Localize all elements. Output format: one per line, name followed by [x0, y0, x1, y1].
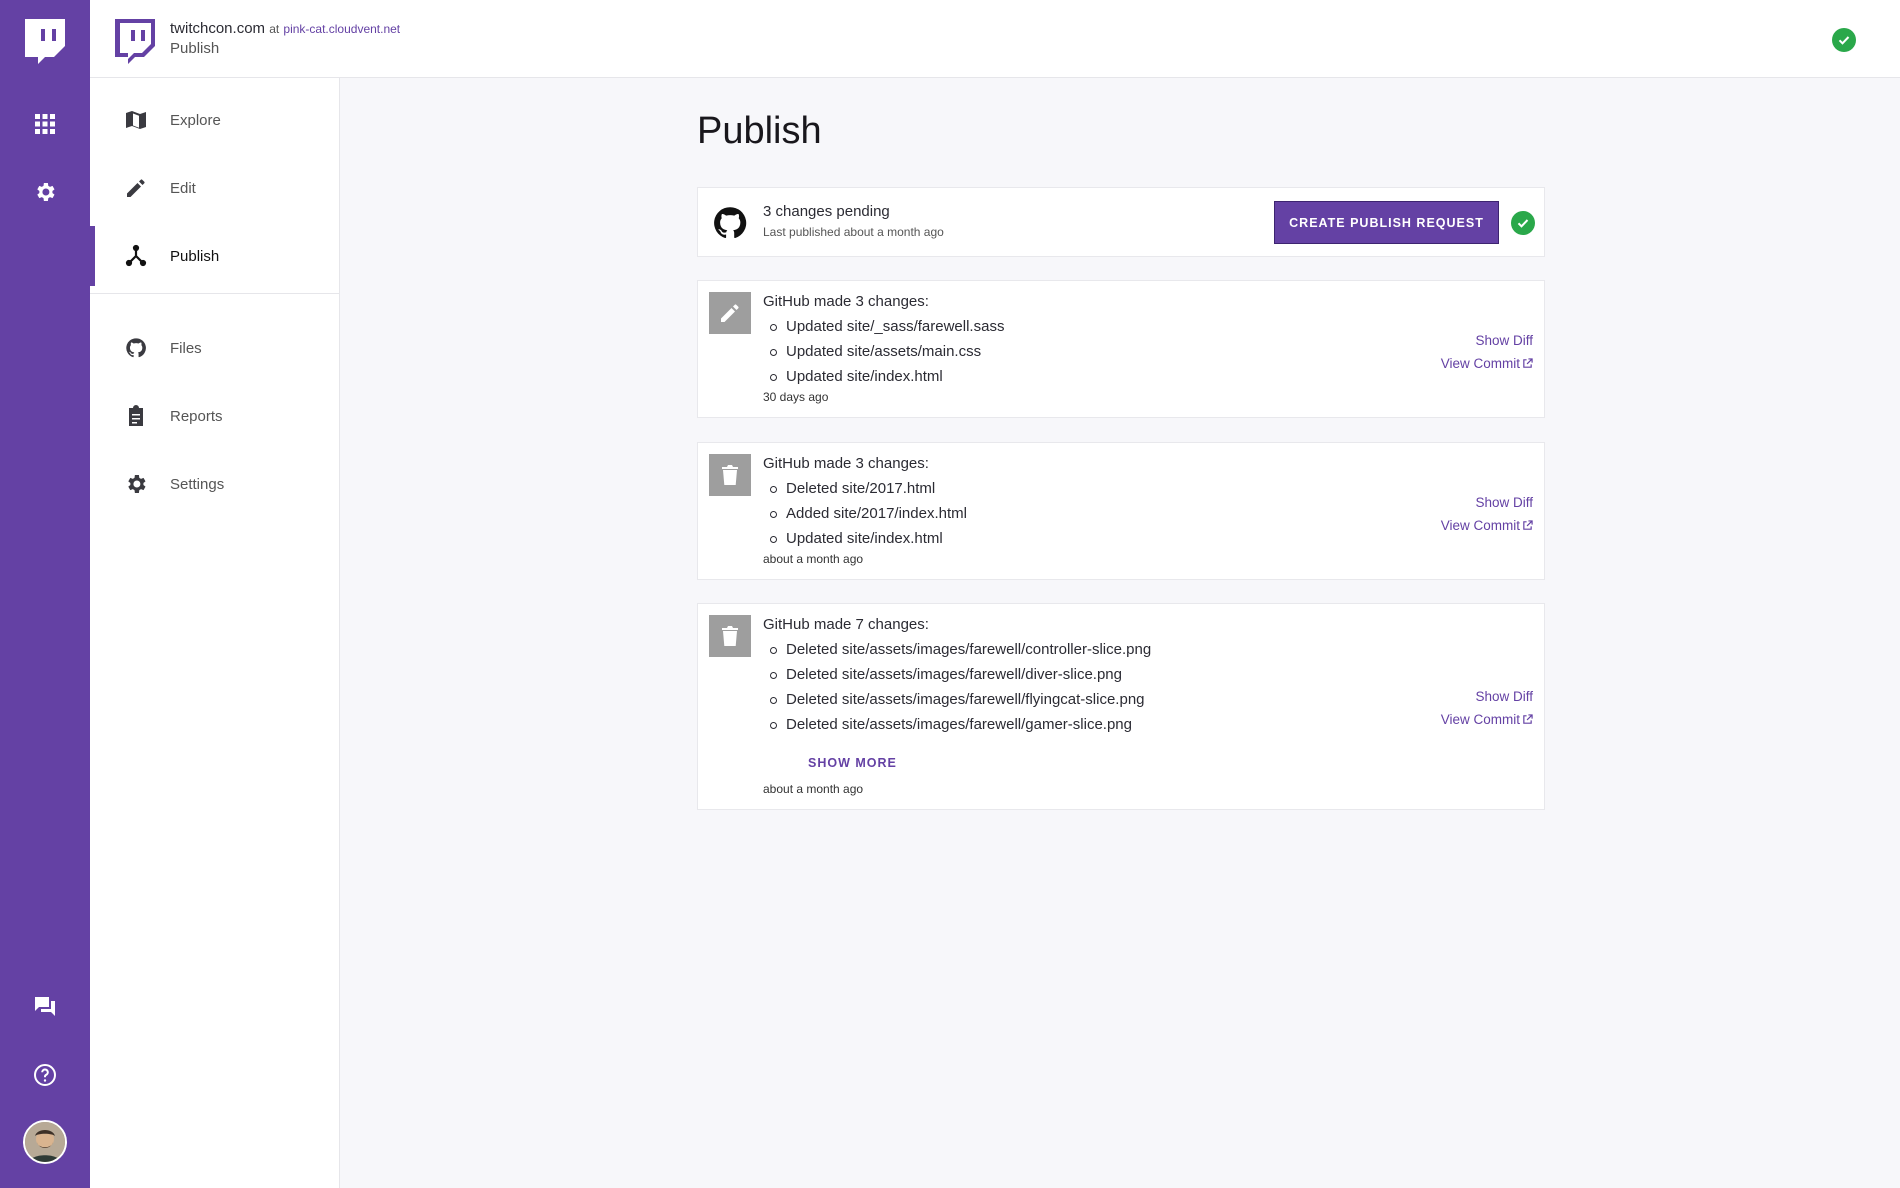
- changed-files-list: Deleted site/assets/images/farewell/cont…: [769, 640, 1151, 740]
- list-item: Updated site/assets/main.css: [769, 342, 1004, 367]
- help-icon[interactable]: [29, 1059, 61, 1091]
- change-links: Show Diff View Commit: [1441, 329, 1533, 375]
- change-time: about a month ago: [763, 782, 864, 796]
- view-commit-label: View Commit: [1440, 356, 1520, 371]
- nav-label: Publish: [170, 247, 220, 265]
- change-links: Show Diff View Commit: [1441, 685, 1533, 731]
- view-commit-label: View Commit: [1440, 712, 1520, 727]
- external-link-icon: [1523, 520, 1533, 530]
- twitch-logo-icon[interactable]: [22, 16, 68, 64]
- list-item: Deleted site/assets/images/farewell/dive…: [769, 665, 1151, 690]
- page-title: Publish: [697, 110, 822, 152]
- nav-item-files[interactable]: Files: [90, 318, 340, 378]
- section-label: Publish: [170, 40, 220, 57]
- pencil-icon: [124, 176, 148, 200]
- chat-icon[interactable]: [29, 991, 61, 1023]
- view-commit-label: View Commit: [1440, 518, 1520, 533]
- pending-summary: 3 changes pending: [763, 203, 890, 220]
- nav-label: Settings: [170, 475, 225, 493]
- at-label: at: [269, 22, 280, 36]
- pencil-icon: [709, 292, 751, 334]
- apps-grid-icon[interactable]: [29, 108, 61, 140]
- view-commit-link[interactable]: View Commit: [1441, 514, 1533, 537]
- show-more-button[interactable]: SHOW MORE: [808, 756, 897, 770]
- nav-item-reports[interactable]: Reports: [90, 386, 340, 446]
- change-heading: GitHub made 3 changes:: [763, 455, 929, 472]
- change-entry: GitHub made 7 changes: Deleted site/asse…: [697, 603, 1545, 810]
- check-icon: [1511, 211, 1535, 235]
- sync-status-check-icon: [1832, 28, 1856, 52]
- change-time: 30 days ago: [763, 390, 829, 404]
- github-icon: [124, 336, 148, 360]
- changed-files-list: Deleted site/2017.html Added site/2017/i…: [770, 479, 967, 554]
- external-link-icon: [1523, 358, 1533, 368]
- create-publish-request-button[interactable]: CREATE PUBLISH REQUEST: [1274, 201, 1499, 244]
- list-item: Deleted site/assets/images/farewell/game…: [769, 715, 1151, 740]
- nav-label: Edit: [170, 179, 196, 197]
- last-published: Last published about a month ago: [763, 225, 944, 239]
- list-item: Deleted site/2017.html: [770, 479, 967, 504]
- change-heading: GitHub made 3 changes:: [763, 293, 929, 310]
- gear-icon[interactable]: [29, 176, 61, 208]
- site-host-link[interactable]: pink-cat.cloudvent.net: [283, 22, 400, 36]
- github-icon: [712, 205, 748, 241]
- trash-icon: [709, 615, 751, 657]
- change-entry: GitHub made 3 changes: Updated site/_sas…: [697, 280, 1545, 418]
- publish-icon: [124, 244, 148, 268]
- nav-label: Reports: [170, 407, 223, 425]
- top-header: twitchcon.com at pink-cat.cloudvent.net …: [90, 0, 1900, 78]
- view-commit-link[interactable]: View Commit: [1441, 352, 1533, 375]
- site-logo-icon[interactable]: [112, 16, 158, 64]
- gear-icon: [124, 472, 148, 496]
- list-item: Deleted site/assets/images/farewell/cont…: [769, 640, 1151, 665]
- show-diff-link[interactable]: Show Diff: [1441, 329, 1533, 352]
- change-entry: GitHub made 3 changes: Deleted site/2017…: [697, 442, 1545, 580]
- list-item: Updated site/index.html: [769, 367, 1004, 392]
- nav-label: Explore: [170, 111, 221, 129]
- nav-item-explore[interactable]: Explore: [90, 90, 340, 150]
- avatar[interactable]: [23, 1120, 67, 1164]
- list-item: Deleted site/assets/images/farewell/flyi…: [769, 690, 1151, 715]
- change-time: about a month ago: [763, 552, 864, 566]
- nav-item-settings[interactable]: Settings: [90, 454, 340, 514]
- pending-changes-card: 3 changes pending Last published about a…: [697, 187, 1545, 257]
- nav-label: Files: [170, 339, 202, 357]
- changed-files-list: Updated site/_sass/farewell.sass Updated…: [769, 317, 1004, 392]
- list-item: Added site/2017/index.html: [770, 504, 967, 529]
- list-item: Updated site/index.html: [770, 529, 967, 554]
- site-nav: Explore Edit Publish Files Reports Setti…: [90, 78, 340, 1188]
- app-rail: [0, 0, 90, 1188]
- show-diff-link[interactable]: Show Diff: [1441, 491, 1533, 514]
- external-link-icon: [1523, 714, 1533, 724]
- clipboard-icon: [124, 404, 148, 428]
- nav-item-publish[interactable]: Publish: [90, 226, 340, 286]
- site-title: twitchcon.com at pink-cat.cloudvent.net: [170, 20, 400, 37]
- nav-item-edit[interactable]: Edit: [90, 158, 340, 218]
- change-links: Show Diff View Commit: [1441, 491, 1533, 537]
- site-name: twitchcon.com: [170, 20, 266, 37]
- list-item: Updated site/_sass/farewell.sass: [769, 317, 1004, 342]
- change-heading: GitHub made 7 changes:: [763, 616, 929, 633]
- map-icon: [124, 108, 148, 132]
- view-commit-link[interactable]: View Commit: [1441, 708, 1533, 731]
- nav-divider: [90, 293, 340, 294]
- trash-icon: [709, 454, 751, 496]
- show-diff-link[interactable]: Show Diff: [1441, 685, 1533, 708]
